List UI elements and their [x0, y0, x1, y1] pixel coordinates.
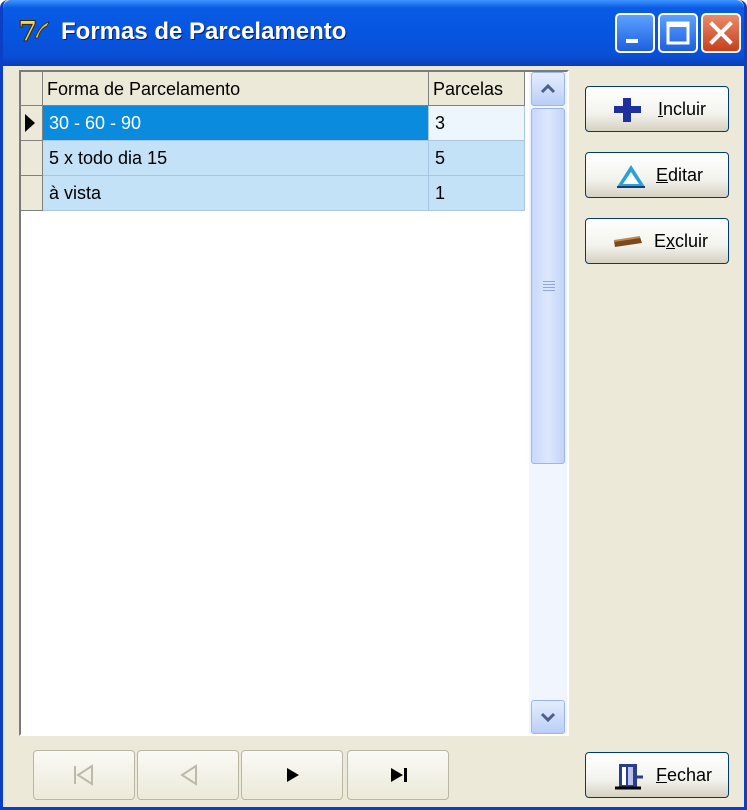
cell-parcelas[interactable]: 5	[429, 141, 525, 176]
door-icon	[615, 764, 643, 790]
nav-first-button[interactable]	[33, 750, 135, 800]
incluir-label: ncluir	[663, 99, 707, 119]
excluir-mnemonic: x	[666, 231, 676, 251]
records-grid[interactable]: Forma de Parcelamento Parcelas 30 - 60 -…	[19, 70, 569, 736]
app-logo-icon: 7	[18, 15, 50, 48]
nav-prior-button[interactable]	[137, 750, 239, 800]
fechar-label: echar	[667, 765, 713, 785]
prior-record-icon	[180, 764, 197, 786]
excluir-prefix: E	[654, 231, 667, 251]
plus-icon	[614, 98, 641, 122]
triangle-icon	[617, 165, 645, 188]
excluir-button[interactable]: Excluir	[585, 218, 729, 264]
minimize-button[interactable]	[615, 13, 655, 53]
fechar-button[interactable]: Fechar	[585, 752, 729, 798]
fechar-mnemonic: F	[656, 765, 667, 785]
current-row-arrow-icon	[25, 114, 35, 132]
close-button[interactable]	[701, 13, 741, 53]
window-title: Formas de Parcelamento	[61, 18, 347, 45]
maximize-icon	[666, 21, 690, 45]
cell-parcelas[interactable]: 1	[429, 176, 525, 211]
thumb-grip	[543, 290, 555, 291]
cell-forma[interactable]: 30 - 60 - 90	[43, 106, 429, 141]
table-row[interactable]: 5 x todo dia 15 5	[21, 141, 525, 176]
header-indicator-cell	[21, 72, 43, 106]
thumb-grip	[543, 284, 555, 285]
editar-mnemonic: E	[656, 165, 669, 185]
nav-next-button[interactable]	[241, 750, 343, 800]
row-indicator[interactable]	[21, 176, 43, 211]
excluir-label: cluir	[675, 231, 709, 251]
last-record-icon	[391, 768, 407, 782]
editar-label: ditar	[668, 165, 704, 185]
incluir-button[interactable]: Incluir	[585, 86, 729, 132]
minus-icon	[613, 236, 642, 247]
scroll-thumb[interactable]	[531, 108, 565, 464]
table-row[interactable]: 30 - 60 - 90 3	[21, 106, 525, 141]
table-row[interactable]: à vista 1	[21, 176, 525, 211]
vertical-scrollbar[interactable]	[529, 72, 567, 734]
close-icon	[709, 21, 733, 45]
cell-forma[interactable]: à vista	[43, 176, 429, 211]
first-record-icon	[74, 764, 93, 786]
thumb-grip	[543, 281, 555, 282]
cell-forma[interactable]: 5 x todo dia 15	[43, 141, 429, 176]
next-record-icon	[287, 768, 299, 782]
main-window: 7 Formas de Parcelamento Forma de Parcel…	[0, 0, 747, 810]
title-bar[interactable]: 7 Formas de Parcelamento	[3, 0, 744, 66]
maximize-button[interactable]	[658, 13, 698, 53]
thumb-grip	[543, 287, 555, 288]
editar-button[interactable]: Editar	[585, 152, 729, 198]
scroll-down-button[interactable]	[531, 700, 565, 734]
column-header-forma[interactable]: Forma de Parcelamento	[43, 72, 429, 106]
chevron-up-icon	[540, 83, 556, 94]
row-indicator[interactable]	[21, 106, 43, 141]
scroll-up-button[interactable]	[531, 72, 565, 106]
nav-last-button[interactable]	[347, 750, 449, 800]
cell-parcelas[interactable]: 3	[429, 106, 525, 141]
column-header-parcelas[interactable]: Parcelas	[429, 72, 525, 106]
row-indicator[interactable]	[21, 141, 43, 176]
minimize-icon	[626, 39, 638, 43]
chevron-down-icon	[540, 712, 556, 723]
grid-body: Forma de Parcelamento Parcelas 30 - 60 -…	[21, 72, 525, 734]
svg-text:7: 7	[18, 15, 37, 48]
